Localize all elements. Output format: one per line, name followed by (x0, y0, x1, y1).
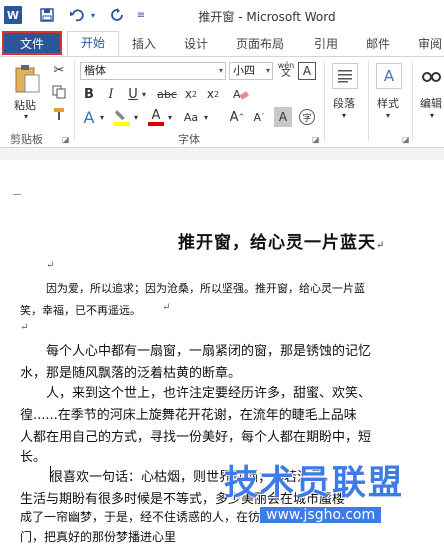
copy-icon[interactable] (50, 83, 68, 101)
paste-icon[interactable] (12, 63, 42, 95)
clear-formatting-icon[interactable]: A (232, 85, 250, 103)
doc-line-8: 长。 (20, 450, 47, 465)
shrink-font-icon[interactable]: Aˇ (250, 107, 268, 127)
paragraph-mark: ↵ (20, 322, 29, 333)
text-effects-icon[interactable]: A (80, 107, 98, 127)
find-icon[interactable] (420, 63, 444, 89)
ruler-area (0, 148, 444, 160)
paragraph-mark: ↵ (162, 302, 171, 313)
editing-button[interactable]: 编辑 (420, 95, 442, 111)
font-color-dropdown-icon[interactable]: ▾ (166, 107, 174, 127)
subscript-icon[interactable]: x2 (182, 85, 200, 103)
paste-button[interactable]: 粘贴 (14, 97, 36, 113)
tab-review[interactable]: 审阅 (418, 34, 442, 54)
font-group-label: 字体 (178, 133, 200, 146)
font-name-value: 楷体 (84, 64, 106, 77)
font-size-dropdown-icon[interactable]: ▾ (266, 63, 270, 79)
highlight-color-icon[interactable] (112, 107, 132, 127)
doc-line-4: 水，那是随风飘落的泛着枯黄的断章。 (20, 366, 242, 381)
change-case-icon[interactable]: Aa (180, 107, 202, 127)
bold-icon[interactable]: B (80, 85, 98, 103)
font-color-icon[interactable]: A (146, 107, 166, 127)
paragraph-mark: ↵ (46, 260, 55, 271)
font-launcher-icon[interactable]: ◪ (312, 135, 320, 144)
margin-mark (13, 194, 21, 195)
underline-dropdown-icon[interactable]: ▾ (140, 85, 148, 103)
styles-dropdown-icon[interactable]: ▾ (386, 111, 390, 120)
editing-dropdown-icon[interactable]: ▾ (430, 111, 434, 120)
character-shading-icon[interactable]: A (274, 107, 292, 127)
doc-line-2: 笑，幸福，已不再遥远。 (20, 304, 141, 317)
watermark-url: www.jsgho.com (260, 507, 382, 523)
highlight-dropdown-icon[interactable]: ▾ (132, 107, 140, 127)
window-title: 推开窗 - Microsoft Word (198, 10, 336, 24)
watermark-text: 技术员联盟 (224, 463, 404, 503)
styles-launcher-icon[interactable]: ◪ (402, 135, 410, 144)
character-border-icon[interactable]: A (298, 62, 316, 80)
tab-mailings[interactable]: 邮件 (366, 34, 390, 54)
doc-line-6: 徨......在季节的河床上旋舞花开花谢，在流年的睫毛上品味 (20, 408, 357, 423)
enclosed-character-icon[interactable]: 字 (298, 107, 316, 127)
watermark-logo: 技术员联盟 www.jsgho.com (214, 455, 444, 535)
clipboard-launcher-icon[interactable]: ◪ (62, 135, 70, 144)
tab-home[interactable]: 开始 (67, 31, 119, 56)
font-size-value: 小四 (233, 64, 255, 77)
doc-line-1: 因为爱，所以追求；因为沧桑，所以坚强。推开窗，给心灵一片蓝 (46, 282, 365, 295)
text-cursor (50, 466, 51, 482)
text-effects-dropdown-icon[interactable]: ▾ (98, 107, 106, 127)
grow-font-icon[interactable]: A ^ (228, 107, 246, 127)
document-title-text: 推开窗，给心灵一片蓝天 (178, 233, 376, 253)
paste-dropdown-icon[interactable]: ▾ (24, 112, 28, 121)
tab-page-layout[interactable]: 页面布局 (236, 34, 284, 54)
paragraph-icon[interactable] (332, 63, 358, 89)
ribbon-tabs: 文件 开始 插入 设计 页面布局 引用 邮件 审阅 (0, 30, 444, 56)
cut-icon[interactable]: ✂ (50, 61, 68, 79)
tab-references[interactable]: 引用 (314, 34, 338, 54)
format-painter-icon[interactable] (50, 105, 68, 123)
strikethrough-icon[interactable]: abc (156, 85, 178, 103)
paragraph-button[interactable]: 段落 (333, 95, 355, 111)
italic-icon[interactable]: I (102, 85, 120, 103)
doc-line-3: 每个人心中都有一扇窗，一扇紧闭的窗，那是锈蚀的记忆 (46, 344, 372, 359)
tab-insert[interactable]: 插入 (132, 34, 156, 54)
title-bar: W ▾ ≡ 推开窗 - Microsoft Word (0, 0, 444, 30)
svg-text:A: A (233, 88, 241, 101)
doc-line-12: 门，把真好的那份梦播进心里 (20, 530, 177, 544)
tab-design[interactable]: 设计 (184, 34, 208, 54)
paragraph-dropdown-icon[interactable]: ▾ (342, 111, 346, 120)
font-name-dropdown-icon[interactable]: ▾ (219, 63, 223, 79)
ribbon: 粘贴 ▾ ✂ 剪贴板 ◪ 楷体 ▾ 小四 ▾ wén 文 A B I U ▾ ab… (0, 56, 444, 148)
styles-button[interactable]: 样式 (377, 95, 399, 111)
document-title: 推开窗，给心灵一片蓝天↵ (178, 233, 386, 253)
doc-line-7: 人都在用自己的方式，寻找一份美好，每个人都在期盼中，短 (20, 430, 372, 445)
doc-line-5: 人，来到这个世上，也许注定要经历许多，甜蜜、欢笑、 (46, 386, 372, 401)
font-name-combo[interactable]: 楷体 ▾ (80, 62, 226, 80)
change-case-dropdown-icon[interactable]: ▾ (202, 107, 210, 127)
superscript-icon[interactable]: x2 (204, 85, 222, 103)
tab-file[interactable]: 文件 (2, 31, 62, 55)
font-size-combo[interactable]: 小四 ▾ (229, 62, 273, 80)
clipboard-group-label: 剪贴板 (10, 133, 43, 146)
phonetic-guide-icon[interactable]: wén 文 (276, 60, 296, 80)
styles-icon[interactable]: A (376, 63, 402, 89)
